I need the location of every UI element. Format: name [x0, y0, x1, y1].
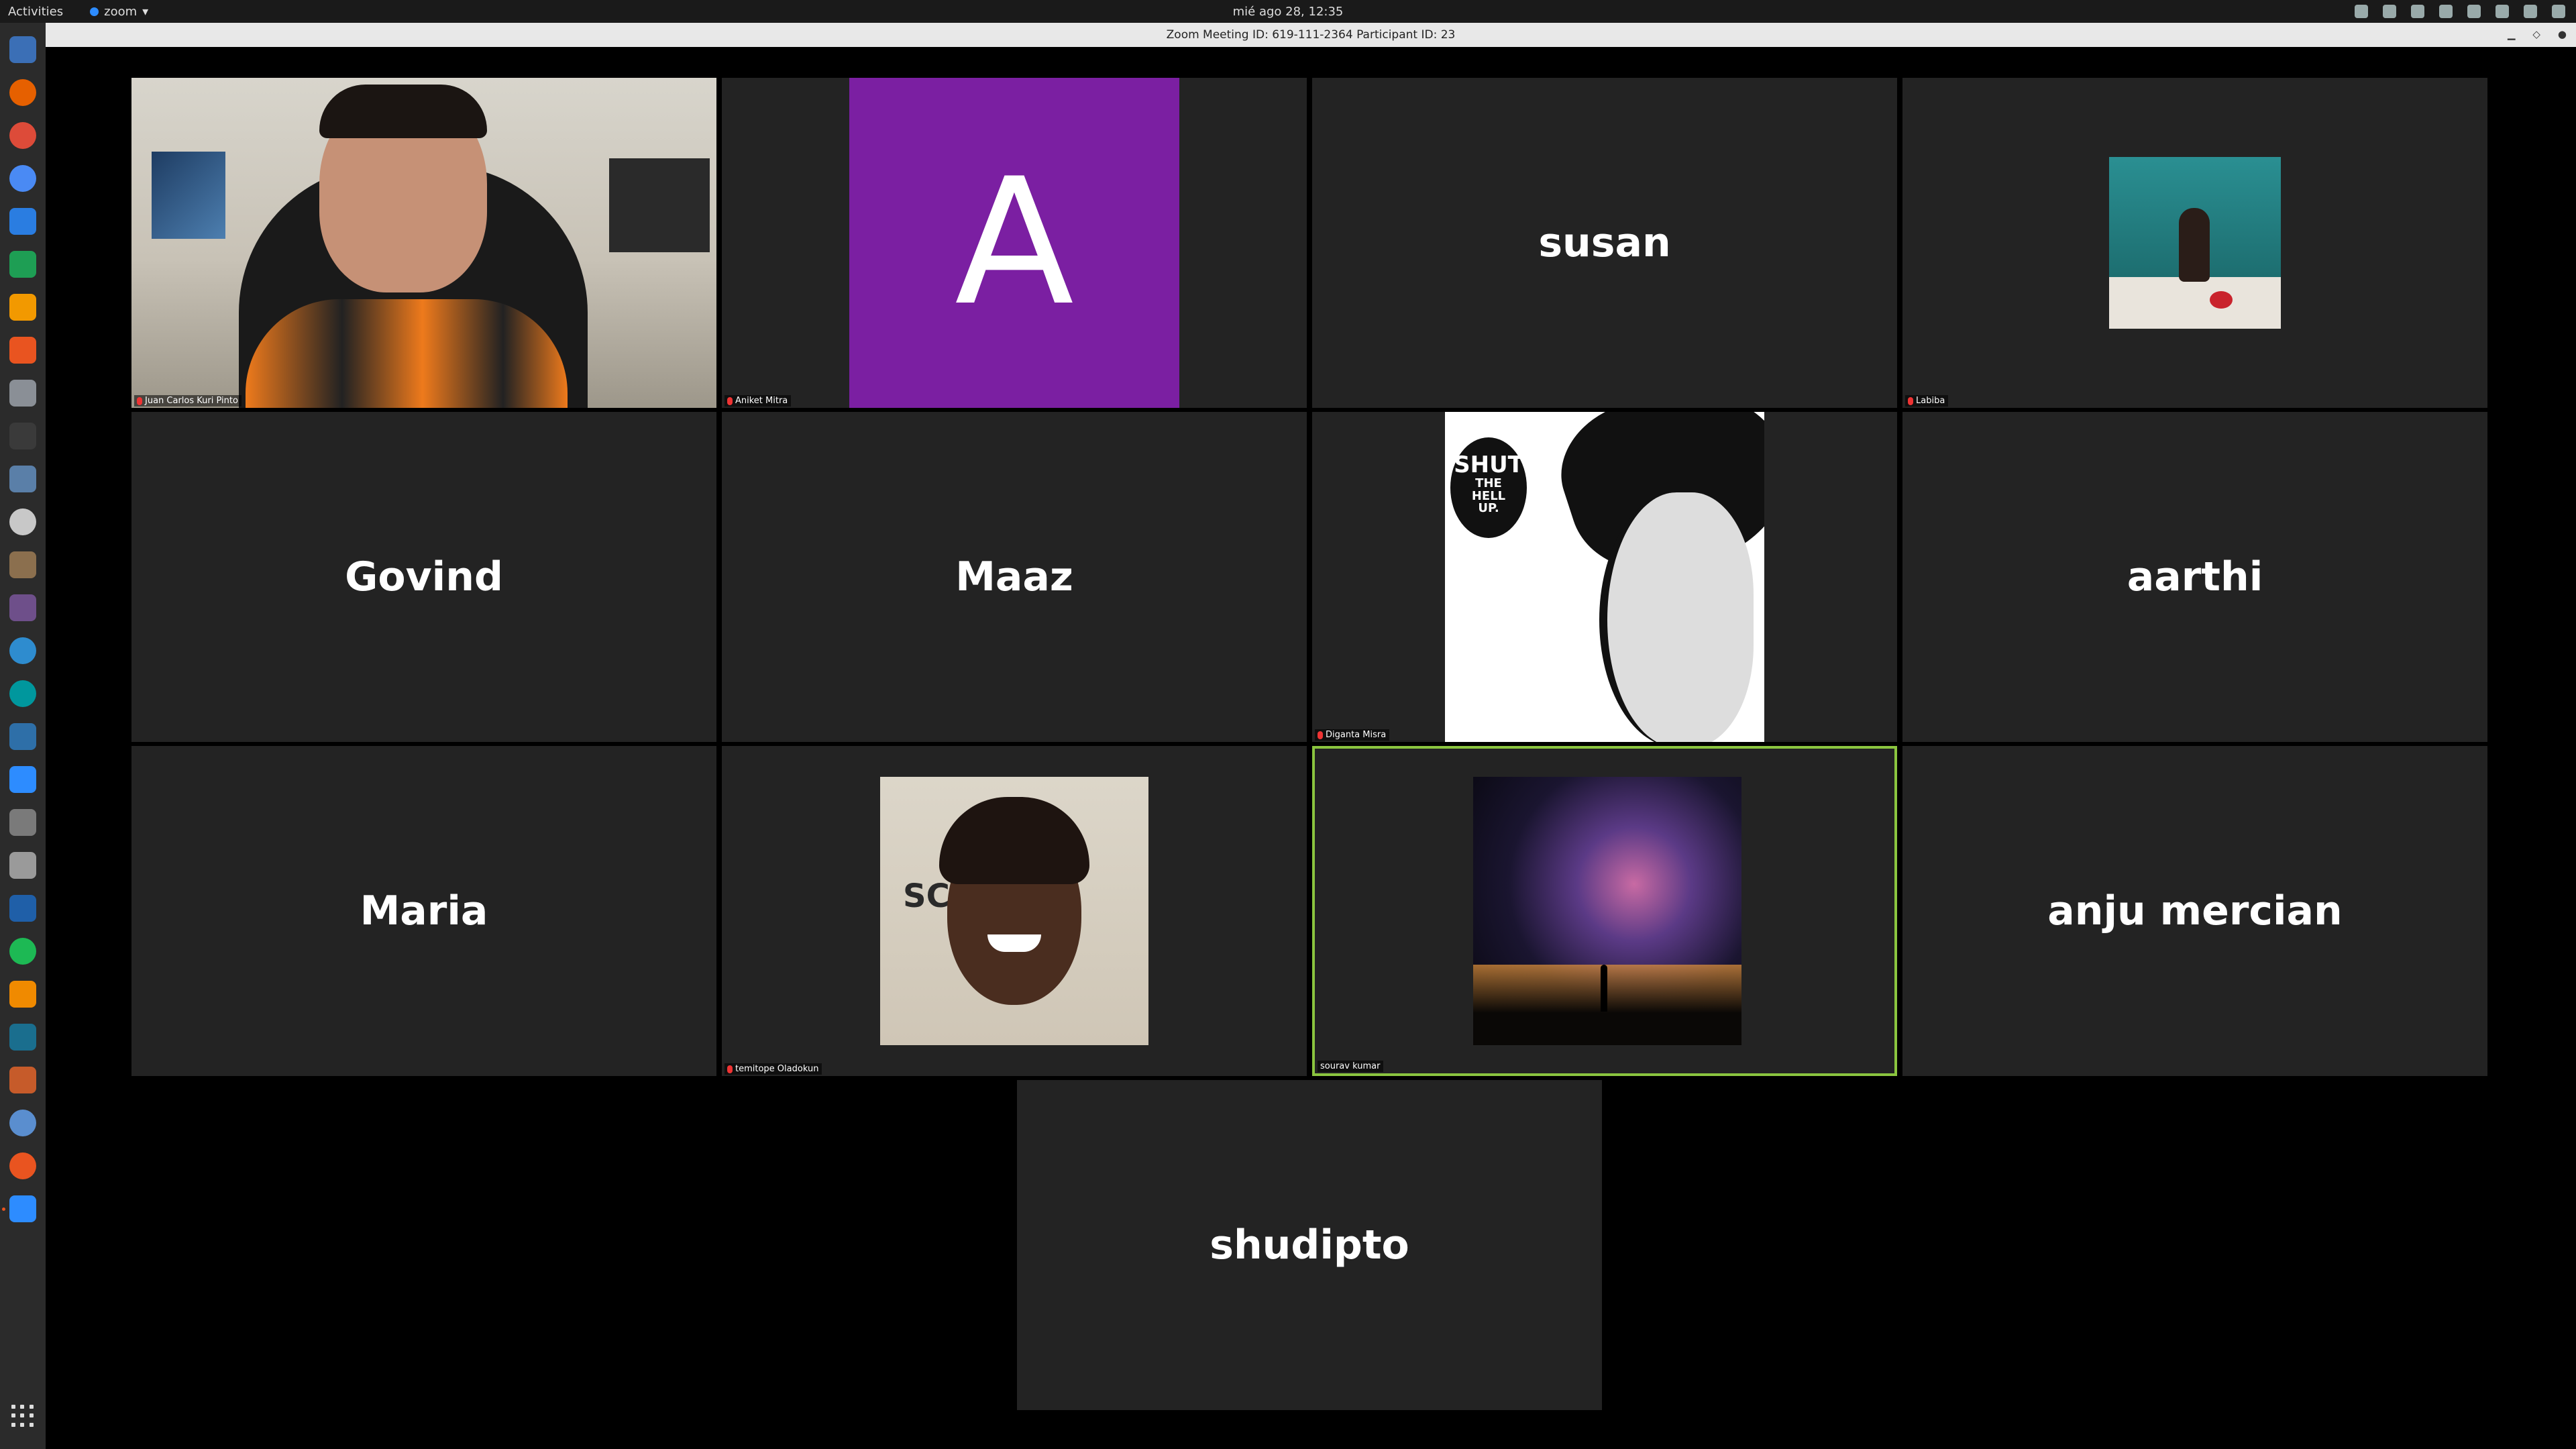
games-icon[interactable] [9, 1067, 36, 1093]
participant-name-label: Diganta Misra [1315, 729, 1390, 741]
text-editor-icon[interactable] [9, 466, 36, 492]
skype-icon[interactable] [2411, 5, 2424, 18]
window-title-bar[interactable]: Zoom Meeting ID: 619-111-2364 Participan… [46, 23, 2576, 47]
participant-name-label: temitope Oladokun [724, 1063, 822, 1075]
clock[interactable]: mié ago 28, 12:35 [0, 5, 2576, 19]
avatar: A [849, 78, 1179, 408]
participant-tile-sourav-active-speaker[interactable]: sourav kumar [1312, 746, 1897, 1076]
git-icon[interactable] [9, 723, 36, 750]
participant-name-label: Aniket Mitra [724, 395, 792, 407]
participant-tile-diganta[interactable]: SHUT THE HELL UP. Diganta Misra [1312, 412, 1897, 742]
disks-icon[interactable] [9, 508, 36, 535]
profile-photo: SC [880, 777, 1148, 1045]
zoom-app-icon [90, 7, 99, 16]
system-tray[interactable] [2355, 5, 2565, 18]
muted-mic-icon [727, 396, 733, 405]
participant-name-label: Labiba [1905, 395, 1949, 407]
chrome-icon[interactable] [9, 122, 36, 149]
files-icon[interactable] [9, 36, 36, 63]
arduino-icon[interactable] [9, 680, 36, 707]
participant-video [131, 78, 716, 408]
muted-mic-icon [727, 1065, 733, 1073]
show-apps-icon[interactable] [11, 1405, 34, 1428]
docs-icon[interactable] [9, 208, 36, 235]
globe-icon[interactable] [9, 1110, 36, 1136]
slides-icon[interactable] [9, 294, 36, 321]
window-title: Zoom Meeting ID: 619-111-2364 Participan… [1166, 28, 1456, 42]
muted-mic-icon [1908, 396, 1913, 405]
ide-icon[interactable] [9, 1024, 36, 1051]
participant-display-name: susan [1538, 219, 1671, 266]
chevron-down-icon: ▾ [142, 4, 149, 19]
participant-tile-susan[interactable]: susan [1312, 78, 1897, 408]
gimp-icon[interactable] [9, 551, 36, 578]
power-icon[interactable] [2552, 5, 2565, 18]
minimize-icon[interactable]: ▁ [2508, 28, 2516, 40]
accessibility-icon[interactable] [2355, 5, 2368, 18]
top-bar: Activities zoom ▾ mié ago 28, 12:35 [0, 0, 2576, 23]
participant-tile-labiba[interactable]: Labiba [1902, 78, 2487, 408]
participant-display-name: shudipto [1210, 1222, 1409, 1269]
participant-display-name: anju mercian [2047, 888, 2343, 934]
volume-icon[interactable] [2524, 5, 2537, 18]
chromium-icon[interactable] [9, 165, 36, 192]
vlc-icon[interactable] [9, 981, 36, 1008]
shield-icon[interactable] [2496, 5, 2509, 18]
participant-display-name: Govind [345, 553, 503, 600]
chrome-tray-icon[interactable] [2439, 5, 2453, 18]
mixer-icon[interactable] [9, 852, 36, 879]
participant-tile-maaz[interactable]: Maaz [722, 412, 1307, 742]
zoom-running-icon[interactable] [9, 1195, 36, 1222]
restore-icon[interactable]: ◇ [2532, 28, 2540, 40]
software-center-icon[interactable] [9, 337, 36, 364]
terminal-icon[interactable] [9, 423, 36, 449]
sheets-icon[interactable] [9, 251, 36, 278]
close-icon[interactable]: ● [2558, 28, 2567, 40]
firefox-icon[interactable] [9, 79, 36, 106]
participant-name-label: Juan Carlos Kuri Pinto [134, 395, 241, 407]
participant-display-name: aarthi [2127, 553, 2263, 600]
participant-tile-maria[interactable]: Maria [131, 746, 716, 1076]
participant-tile-temitope[interactable]: SC temitope Oladokun [722, 746, 1307, 1076]
profile-photo [2109, 157, 2281, 329]
video-editor-icon[interactable] [9, 594, 36, 621]
app-menu[interactable]: zoom ▾ [90, 5, 148, 19]
chat-icon[interactable] [2383, 5, 2396, 18]
activities-button[interactable]: Activities [8, 5, 63, 19]
bolt-icon[interactable] [2467, 5, 2481, 18]
profile-photo [1473, 777, 1741, 1045]
participant-display-name: Maaz [955, 553, 1073, 600]
virtualbox-icon[interactable] [9, 895, 36, 922]
participant-tile-govind[interactable]: Govind [131, 412, 716, 742]
participant-tile-anju[interactable]: anju mercian [1902, 746, 2487, 1076]
browser-icon[interactable] [9, 637, 36, 664]
tools-icon[interactable] [9, 380, 36, 407]
participant-tile-aarthi[interactable]: aarthi [1902, 412, 2487, 742]
participant-display-name: Maria [360, 888, 488, 934]
running-indicator [2, 1208, 5, 1211]
zoom-icon[interactable] [9, 766, 36, 793]
profile-photo: SHUT THE HELL UP. [1445, 412, 1764, 742]
participant-tile-shudipto[interactable]: shudipto [1017, 1080, 1602, 1410]
participant-tile-aniket[interactable]: A Aniket Mitra [722, 78, 1307, 408]
participant-tile-juan[interactable]: Juan Carlos Kuri Pinto [131, 78, 716, 408]
spotify-icon[interactable] [9, 938, 36, 965]
participant-name-label: sourav kumar [1318, 1061, 1384, 1072]
muted-mic-icon [1318, 731, 1323, 739]
calculator-icon[interactable] [9, 809, 36, 836]
ubuntu-icon[interactable] [9, 1152, 36, 1179]
muted-mic-icon [137, 396, 142, 405]
app-menu-label: zoom [104, 4, 138, 19]
dock [0, 23, 46, 1449]
speech-bubble: SHUT THE HELL UP. [1450, 437, 1527, 538]
